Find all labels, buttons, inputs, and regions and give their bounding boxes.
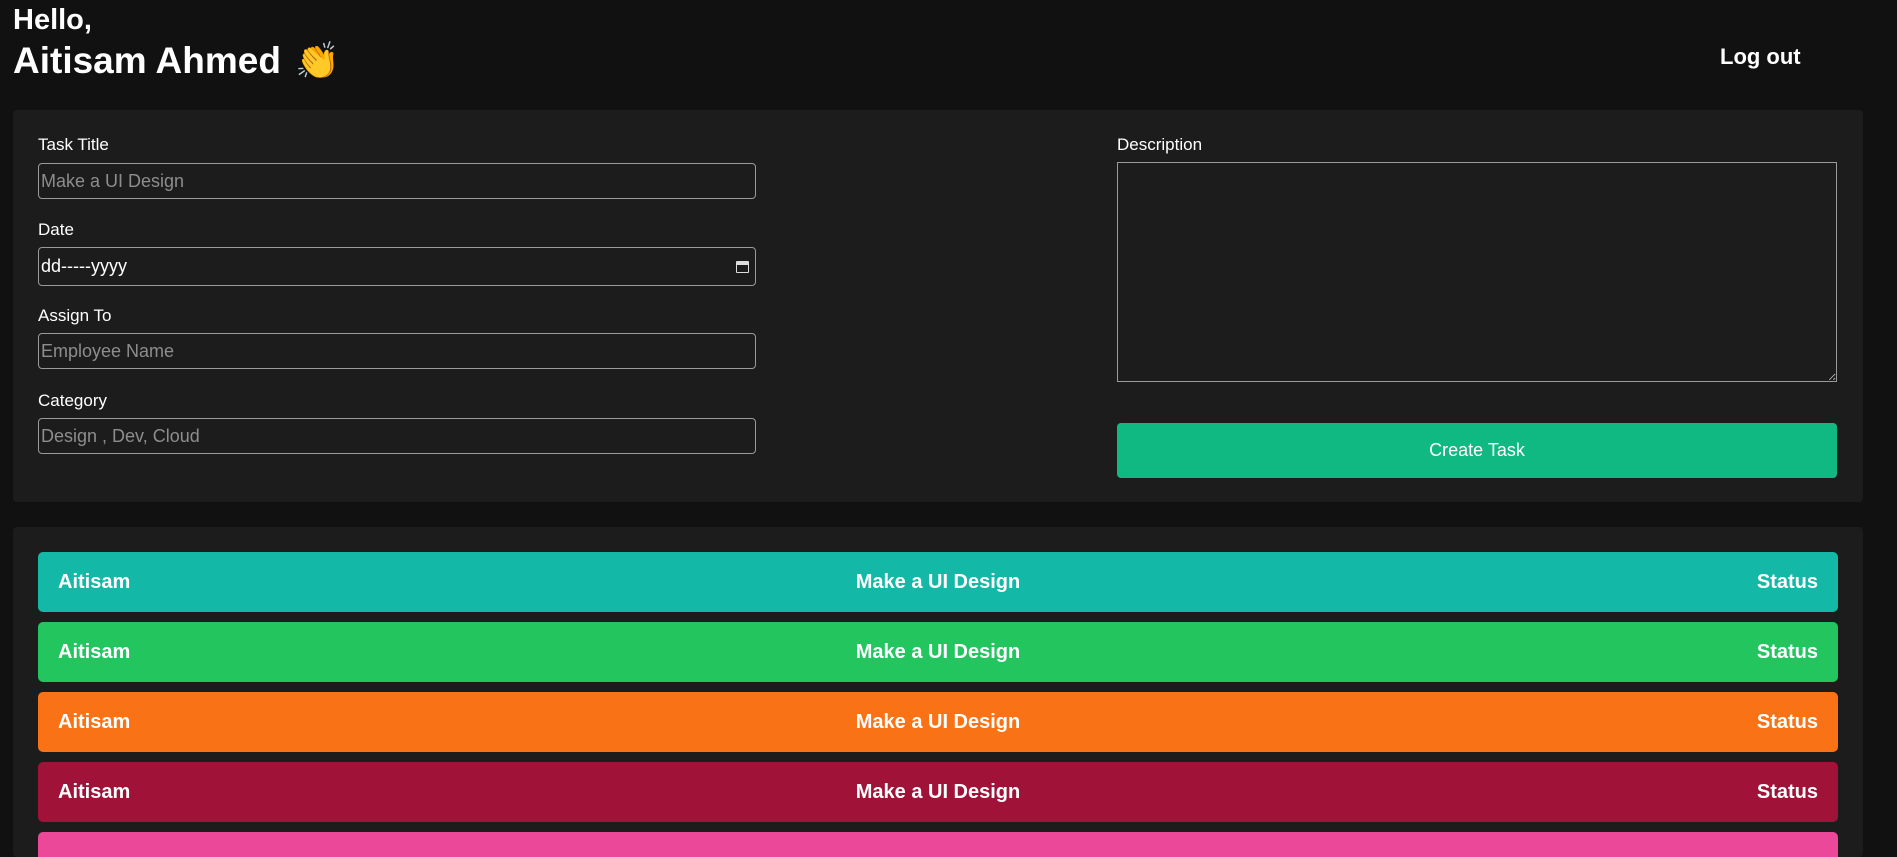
task-title-label: Task Title xyxy=(38,135,109,154)
task-row[interactable] xyxy=(38,832,1838,857)
task-title: Make a UI Design xyxy=(855,780,1021,803)
task-assignee: Aitisam xyxy=(58,570,131,593)
task-status: Status xyxy=(1756,780,1818,803)
create-task-form: Task Title Date dd-----yyyy Assign To Ca… xyxy=(13,110,1863,502)
task-row[interactable]: Aitisam Make a UI Design Status xyxy=(38,692,1838,752)
description-label: Description xyxy=(1117,135,1203,154)
assign-to-label: Assign To xyxy=(38,306,112,325)
task-row[interactable]: Aitisam Make a UI Design Status xyxy=(38,552,1838,612)
task-assignee: Aitisam xyxy=(58,640,131,663)
create-task-button[interactable]: Create Task xyxy=(1117,423,1837,478)
logout-button[interactable]: Log out xyxy=(1720,44,1801,70)
task-title: Make a UI Design xyxy=(855,710,1021,733)
calendar-icon[interactable] xyxy=(736,260,749,273)
user-name: Aitisam Ahmed xyxy=(13,40,281,81)
category-label: Category xyxy=(38,391,107,410)
task-status: Status xyxy=(1756,570,1818,593)
date-label: Date xyxy=(38,220,74,239)
category-input[interactable] xyxy=(38,418,756,454)
task-assignee: Aitisam xyxy=(58,780,131,803)
greeting: Hello, xyxy=(13,4,92,36)
task-status: Status xyxy=(1756,640,1818,663)
user-greeting: Aitisam Ahmed 👏 xyxy=(13,40,340,82)
task-title: Make a UI Design xyxy=(855,570,1021,593)
date-input[interactable]: dd-----yyyy xyxy=(38,247,756,286)
task-title: Make a UI Design xyxy=(855,640,1021,663)
assign-to-input[interactable] xyxy=(38,333,756,369)
task-row[interactable]: Aitisam Make a UI Design Status xyxy=(38,622,1838,682)
description-textarea[interactable] xyxy=(1117,162,1837,382)
task-row[interactable]: Aitisam Make a UI Design Status xyxy=(38,762,1838,822)
task-status: Status xyxy=(1756,710,1818,733)
clapping-hands-icon: 👏 xyxy=(294,40,340,81)
task-list: Aitisam Make a UI Design Status Aitisam … xyxy=(13,527,1863,857)
task-assignee: Aitisam xyxy=(58,710,131,733)
date-placeholder: dd-----yyyy xyxy=(41,256,127,276)
task-title-input[interactable] xyxy=(38,163,756,199)
header: Hello, Aitisam Ahmed 👏 Log out xyxy=(0,0,1897,110)
